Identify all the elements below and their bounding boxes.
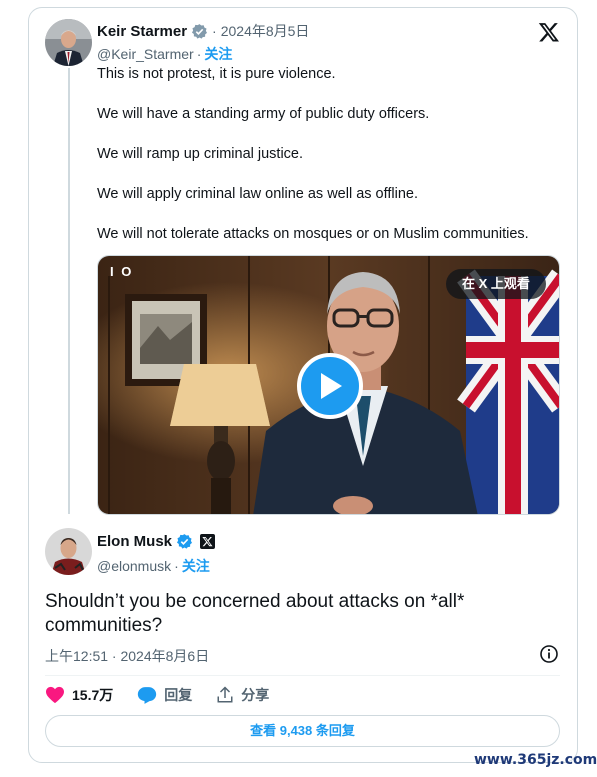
reply-bubble-icon — [138, 686, 157, 704]
action-bar: 15.7万 回复 分享 — [45, 684, 293, 706]
watch-on-x-button[interactable]: 在 X 上观看 — [446, 269, 546, 299]
thread-connector-line — [68, 68, 70, 514]
x-logo-icon[interactable] — [538, 21, 560, 43]
tweet-body: This is not protest, it is pure violence… — [97, 64, 557, 264]
follow-button[interactable]: 关注 — [182, 556, 210, 576]
separator-dot: · — [174, 558, 179, 574]
view-replies-button[interactable]: 查看 9,438 条回复 — [45, 715, 560, 747]
reply-author-name[interactable]: Elon Musk — [97, 533, 172, 550]
play-button[interactable] — [297, 353, 363, 419]
musk-avatar[interactable] — [45, 528, 92, 575]
x-affiliate-badge-icon[interactable] — [200, 534, 216, 549]
reply-timestamp[interactable]: 上午12:51 · 2024年8月6日 — [45, 646, 209, 666]
share-button[interactable]: 分享 — [216, 685, 269, 705]
author-name[interactable]: Keir Starmer — [97, 23, 187, 40]
tweet-line: This is not protest, it is pure violence… — [97, 66, 336, 82]
separator-dot: · — [196, 46, 202, 62]
starmer-name-row: Keir Starmer · 2024年8月5日 — [97, 21, 309, 41]
reply-label: 回复 — [164, 687, 193, 703]
reply-author-handle[interactable]: @elonmusk — [97, 558, 171, 574]
tweet-line: We will apply criminal law online as wel… — [97, 186, 419, 202]
like-count: 15.7万 — [72, 687, 114, 703]
like-button[interactable]: 15.7万 — [45, 685, 113, 705]
play-icon — [321, 373, 342, 399]
tweet-line: We will ramp up criminal justice. — [97, 146, 304, 162]
video-corner-label: I O — [110, 264, 134, 279]
follow-button[interactable]: 关注 — [204, 44, 232, 64]
divider — [45, 675, 560, 676]
share-icon — [217, 686, 233, 703]
musk-name-row: Elon Musk — [97, 533, 216, 550]
separator-dot: · — [212, 23, 217, 39]
tweet-date[interactable]: 2024年8月5日 — [221, 21, 310, 41]
verified-badge-icon — [191, 23, 208, 40]
starmer-avatar[interactable] — [45, 19, 92, 66]
reply-button[interactable]: 回复 — [137, 685, 192, 705]
tweet-line: We will not tolerate attacks on mosques … — [97, 226, 529, 242]
share-label: 分享 — [241, 687, 270, 703]
musk-handle-row: @elonmusk · 关注 — [97, 556, 210, 576]
video-thumbnail[interactable]: I O 在 X 上观看 — [97, 255, 560, 515]
starmer-handle-row: @Keir_Starmer · 关注 — [97, 44, 232, 64]
author-handle[interactable]: @Keir_Starmer — [97, 46, 194, 62]
site-watermark: www.365jz.com — [474, 752, 597, 768]
reply-tweet-text: Shouldn’t you be concerned about attacks… — [45, 591, 465, 636]
heart-icon — [46, 686, 64, 704]
verified-badge-icon — [176, 533, 193, 550]
info-icon[interactable] — [539, 644, 559, 664]
tweet-line: We will have a standing army of public d… — [97, 106, 430, 122]
